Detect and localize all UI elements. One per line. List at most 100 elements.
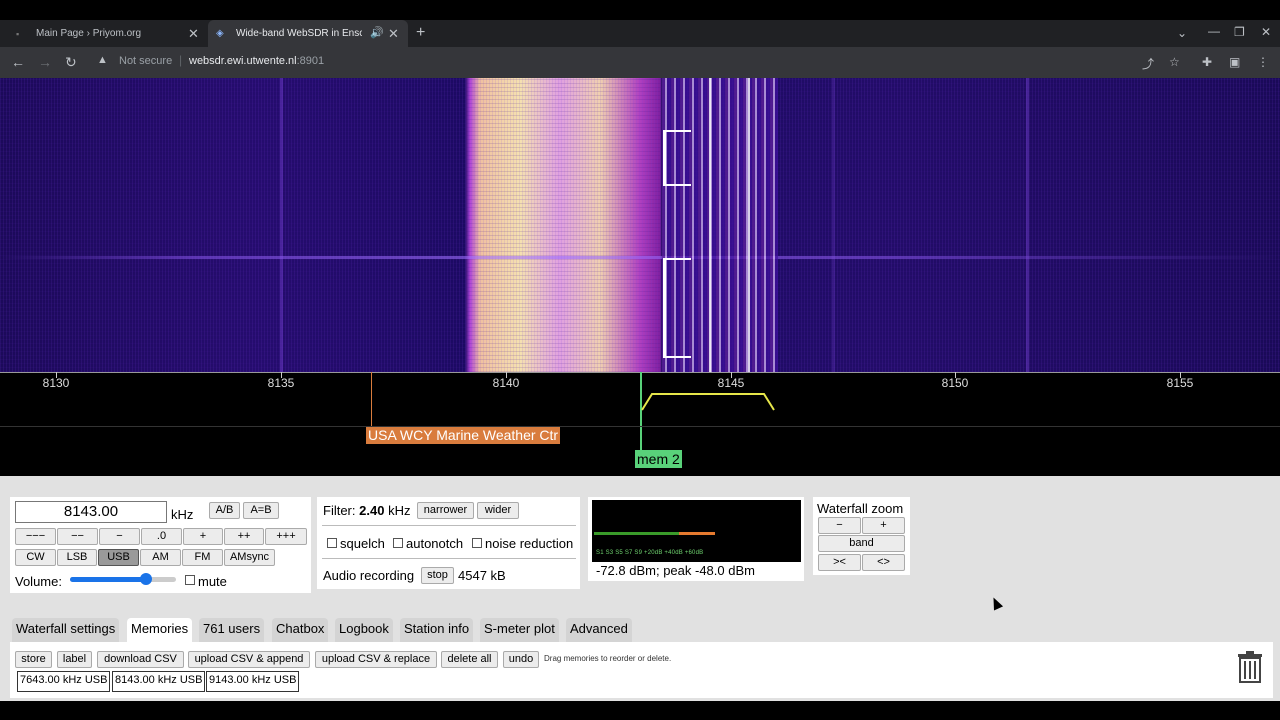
tab-advanced[interactable]: Advanced: [566, 618, 632, 642]
url-host: websdr.ewi.utwente.nl: [189, 55, 297, 67]
back-icon[interactable]: ←: [11, 53, 25, 71]
autonotch-checkbox[interactable]: [393, 538, 403, 548]
recording-size: 4547 kB: [458, 568, 506, 583]
zoom-band-button[interactable]: band: [818, 535, 905, 552]
waterfall-carrier: [1026, 78, 1029, 372]
minimize-icon[interactable]: —: [1208, 24, 1220, 38]
tab-smeter-plot[interactable]: S-meter plot: [480, 618, 559, 642]
mode-fm-button[interactable]: FM: [182, 549, 223, 566]
filter-label: Filter:: [323, 503, 356, 518]
menu-icon[interactable]: ⋮: [1257, 55, 1269, 69]
zoom-out-button[interactable]: −: [818, 517, 861, 534]
step-down-3-button[interactable]: −−−: [15, 528, 56, 545]
url-text[interactable]: websdr.ewi.utwente.nl:8901: [189, 55, 324, 67]
round-button[interactable]: .0: [141, 528, 182, 545]
separator: |: [179, 53, 183, 67]
sidepanel-icon[interactable]: ▣: [1229, 55, 1240, 69]
tab-chatbox[interactable]: Chatbox: [272, 618, 329, 642]
a-equals-b-button[interactable]: A=B: [243, 502, 279, 519]
zoom-in-button[interactable]: +: [862, 517, 905, 534]
new-tab-button[interactable]: +: [416, 24, 425, 42]
tick-label: 8140: [492, 376, 520, 390]
filter-divider: [322, 558, 576, 559]
star-icon[interactable]: ☆: [1169, 55, 1180, 69]
memory-entry[interactable]: 7643.00 kHz USB: [17, 671, 111, 692]
tab-websdr[interactable]: ◈ Wide-band WebSDR in Enschede 🔊 ✕: [208, 20, 408, 47]
waterfall-burst: [0, 256, 1280, 259]
mode-lsb-button[interactable]: LSB: [57, 549, 97, 566]
extensions-icon[interactable]: ✚: [1202, 55, 1212, 69]
waterfall-carrier: [709, 78, 711, 372]
tab-memories[interactable]: Memories: [127, 618, 193, 642]
freq-unit: kHz: [171, 507, 194, 522]
memory-entry[interactable]: 8143.00 kHz USB: [112, 671, 206, 692]
tab-logbook[interactable]: Logbook: [335, 618, 393, 642]
speaker-icon[interactable]: 🔊: [370, 26, 384, 39]
frequency-input[interactable]: 8143.00: [15, 501, 167, 523]
step-up-3-button[interactable]: +++: [265, 528, 307, 545]
step-up-1-button[interactable]: +: [183, 528, 223, 545]
stop-recording-button[interactable]: stop: [421, 567, 454, 584]
step-down-1-button[interactable]: −: [99, 528, 140, 545]
zoom-wide-button[interactable]: <>: [862, 554, 905, 571]
undo-button[interactable]: undo: [503, 651, 539, 668]
station-label[interactable]: USA WCY Marine Weather Ctr: [366, 426, 561, 444]
favicon-icon: ◈: [216, 28, 224, 39]
close-icon[interactable]: ✕: [388, 26, 399, 42]
waterfall-carrier: [748, 78, 750, 372]
share-icon[interactable]: ⤴: [1142, 55, 1154, 72]
step-down-2-button[interactable]: −−: [57, 528, 98, 545]
omnibox[interactable]: ▲ Not secure | websdr.ewi.utwente.nl:890…: [91, 51, 1191, 73]
step-up-2-button[interactable]: ++: [224, 528, 264, 545]
waterfall-display[interactable]: [0, 78, 1280, 372]
upload-csv-append-button[interactable]: upload CSV & append: [188, 651, 310, 668]
restore-icon[interactable]: ❐: [1234, 25, 1245, 39]
ab-button[interactable]: A/B: [209, 502, 240, 519]
squelch-checkbox[interactable]: [327, 538, 337, 548]
filter-unit: kHz: [388, 503, 411, 518]
tab-title: Wide-band WebSDR in Enschede: [236, 28, 362, 39]
tab-waterfall-settings[interactable]: Waterfall settings: [12, 618, 120, 642]
browser-tab-bar: ▪ Main Page › Priyom.org ✕ ◈ Wide-band W…: [0, 20, 1280, 47]
waterfall-carrier: [832, 78, 835, 372]
memory-label[interactable]: mem 2: [635, 450, 682, 468]
trash-icon[interactable]: [1236, 650, 1264, 684]
filter-value: 2.40: [359, 503, 385, 518]
tick-label: 8130: [42, 376, 70, 390]
url-port: :8901: [296, 55, 325, 67]
store-button[interactable]: store: [15, 651, 52, 668]
waterfall-zoom-title: Waterfall zoom: [817, 501, 904, 516]
mode-usb-button[interactable]: USB: [98, 549, 139, 566]
upload-csv-replace-button[interactable]: upload CSV & replace: [315, 651, 437, 668]
station-marker-line: [371, 372, 372, 428]
scale-separator: [0, 426, 1280, 427]
tab-station-info[interactable]: Station info: [400, 618, 474, 642]
reload-icon[interactable]: ↻: [65, 53, 77, 71]
close-window-icon[interactable]: ✕: [1261, 25, 1271, 39]
delete-all-button[interactable]: delete all: [441, 651, 498, 668]
passband-shape[interactable]: [640, 390, 780, 412]
memory-entry[interactable]: 9143.00 kHz USB: [206, 671, 300, 692]
download-csv-button[interactable]: download CSV: [97, 651, 184, 668]
tab-users[interactable]: 761 users: [199, 618, 265, 642]
tuning-line[interactable]: [640, 372, 642, 452]
tab-title: Main Page › Priyom.org: [36, 28, 142, 39]
volume-slider[interactable]: [70, 573, 176, 585]
narrower-button[interactable]: narrower: [417, 502, 474, 519]
mute-checkbox[interactable]: [185, 575, 195, 585]
filter-divider: [322, 525, 576, 526]
frequency-scale[interactable]: 8130 8135 8140 8145 8150 8155 USA WCY Ma…: [0, 372, 1280, 476]
zoom-narrow-button[interactable]: ><: [818, 554, 861, 571]
tick-label: 8150: [941, 376, 969, 390]
forward-icon[interactable]: →: [38, 53, 52, 71]
tab-priyom[interactable]: ▪ Main Page › Priyom.org ✕: [8, 20, 206, 47]
noise-reduction-checkbox[interactable]: [472, 538, 482, 548]
mode-amsync-button[interactable]: AMsync: [224, 549, 275, 566]
label-button[interactable]: label: [57, 651, 92, 668]
chevron-down-icon[interactable]: ⌄: [1177, 26, 1187, 40]
audio-recording-label: Audio recording: [323, 568, 415, 583]
close-icon[interactable]: ✕: [188, 26, 199, 42]
mode-cw-button[interactable]: CW: [15, 549, 56, 566]
mode-am-button[interactable]: AM: [140, 549, 181, 566]
wider-button[interactable]: wider: [477, 502, 519, 519]
